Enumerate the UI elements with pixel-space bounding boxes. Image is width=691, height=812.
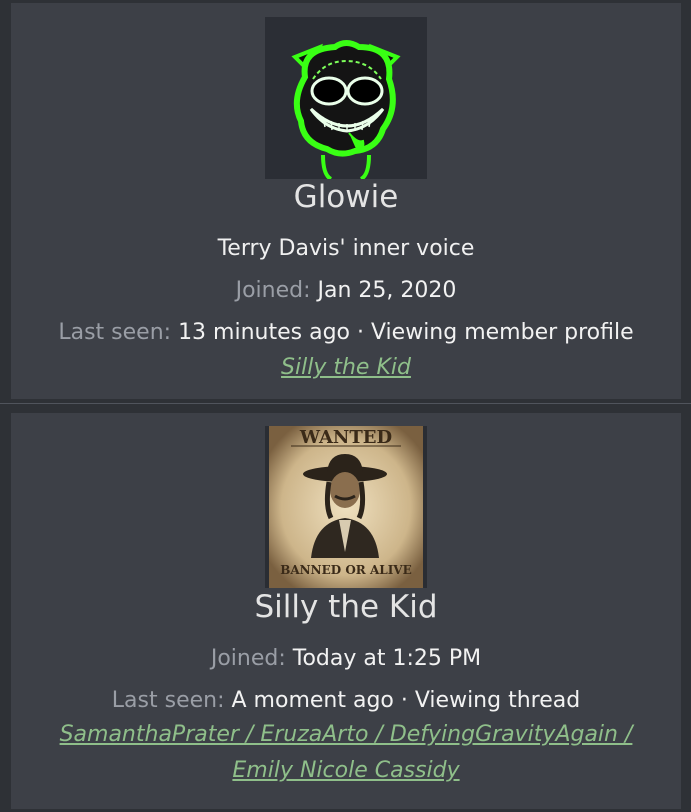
- joined-row: Joined: Today at 1:25 PM: [11, 646, 681, 671]
- activity-link[interactable]: SamanthaPrater / EruzaArto / DefyingGrav…: [60, 722, 633, 747]
- last-seen-value: A moment ago · Viewing thread: [231, 688, 581, 713]
- activity-link[interactable]: Silly the Kid: [281, 355, 411, 380]
- glowing-cartoon-avatar-icon: [265, 17, 427, 179]
- avatar-text-bottom: BANNED OR ALIVE: [280, 563, 412, 577]
- activity-link-row: SamanthaPrater / EruzaArto / DefyingGrav…: [11, 722, 681, 747]
- member-name[interactable]: Glowie: [11, 179, 681, 215]
- member-name[interactable]: Silly the Kid: [11, 589, 681, 625]
- last-seen-label: Last seen:: [111, 688, 225, 713]
- divider: [0, 403, 691, 404]
- joined-row: Joined: Jan 25, 2020: [11, 278, 681, 303]
- wanted-poster-avatar-icon: WANTED BANNED OR ALIVE: [269, 426, 423, 588]
- member-list: Glowie Terry Davis' inner voice Joined: …: [0, 0, 691, 812]
- joined-value: Today at 1:25 PM: [292, 646, 482, 671]
- joined-value: Jan 25, 2020: [317, 278, 457, 303]
- last-seen-value: 13 minutes ago · Viewing member profile: [178, 320, 634, 345]
- joined-label: Joined:: [235, 278, 311, 303]
- member-card: WANTED BANNED OR ALIVE Silly the Kid Joi…: [11, 413, 681, 809]
- user-title: Terry Davis' inner voice: [217, 236, 475, 261]
- activity-link-row: Silly the Kid: [11, 355, 681, 380]
- last-seen-row: Last seen: A moment ago · Viewing thread: [11, 688, 681, 713]
- avatar-text-top: WANTED: [299, 427, 392, 448]
- last-seen-label: Last seen:: [58, 320, 172, 345]
- avatar[interactable]: WANTED BANNED OR ALIVE: [265, 426, 427, 588]
- member-card: Glowie Terry Davis' inner voice Joined: …: [11, 3, 681, 399]
- last-seen-row: Last seen: 13 minutes ago · Viewing memb…: [11, 320, 681, 345]
- joined-label: Joined:: [210, 646, 286, 671]
- activity-link[interactable]: Emily Nicole Cassidy: [232, 758, 459, 783]
- activity-link-row: Emily Nicole Cassidy: [11, 758, 681, 783]
- avatar[interactable]: [265, 17, 427, 179]
